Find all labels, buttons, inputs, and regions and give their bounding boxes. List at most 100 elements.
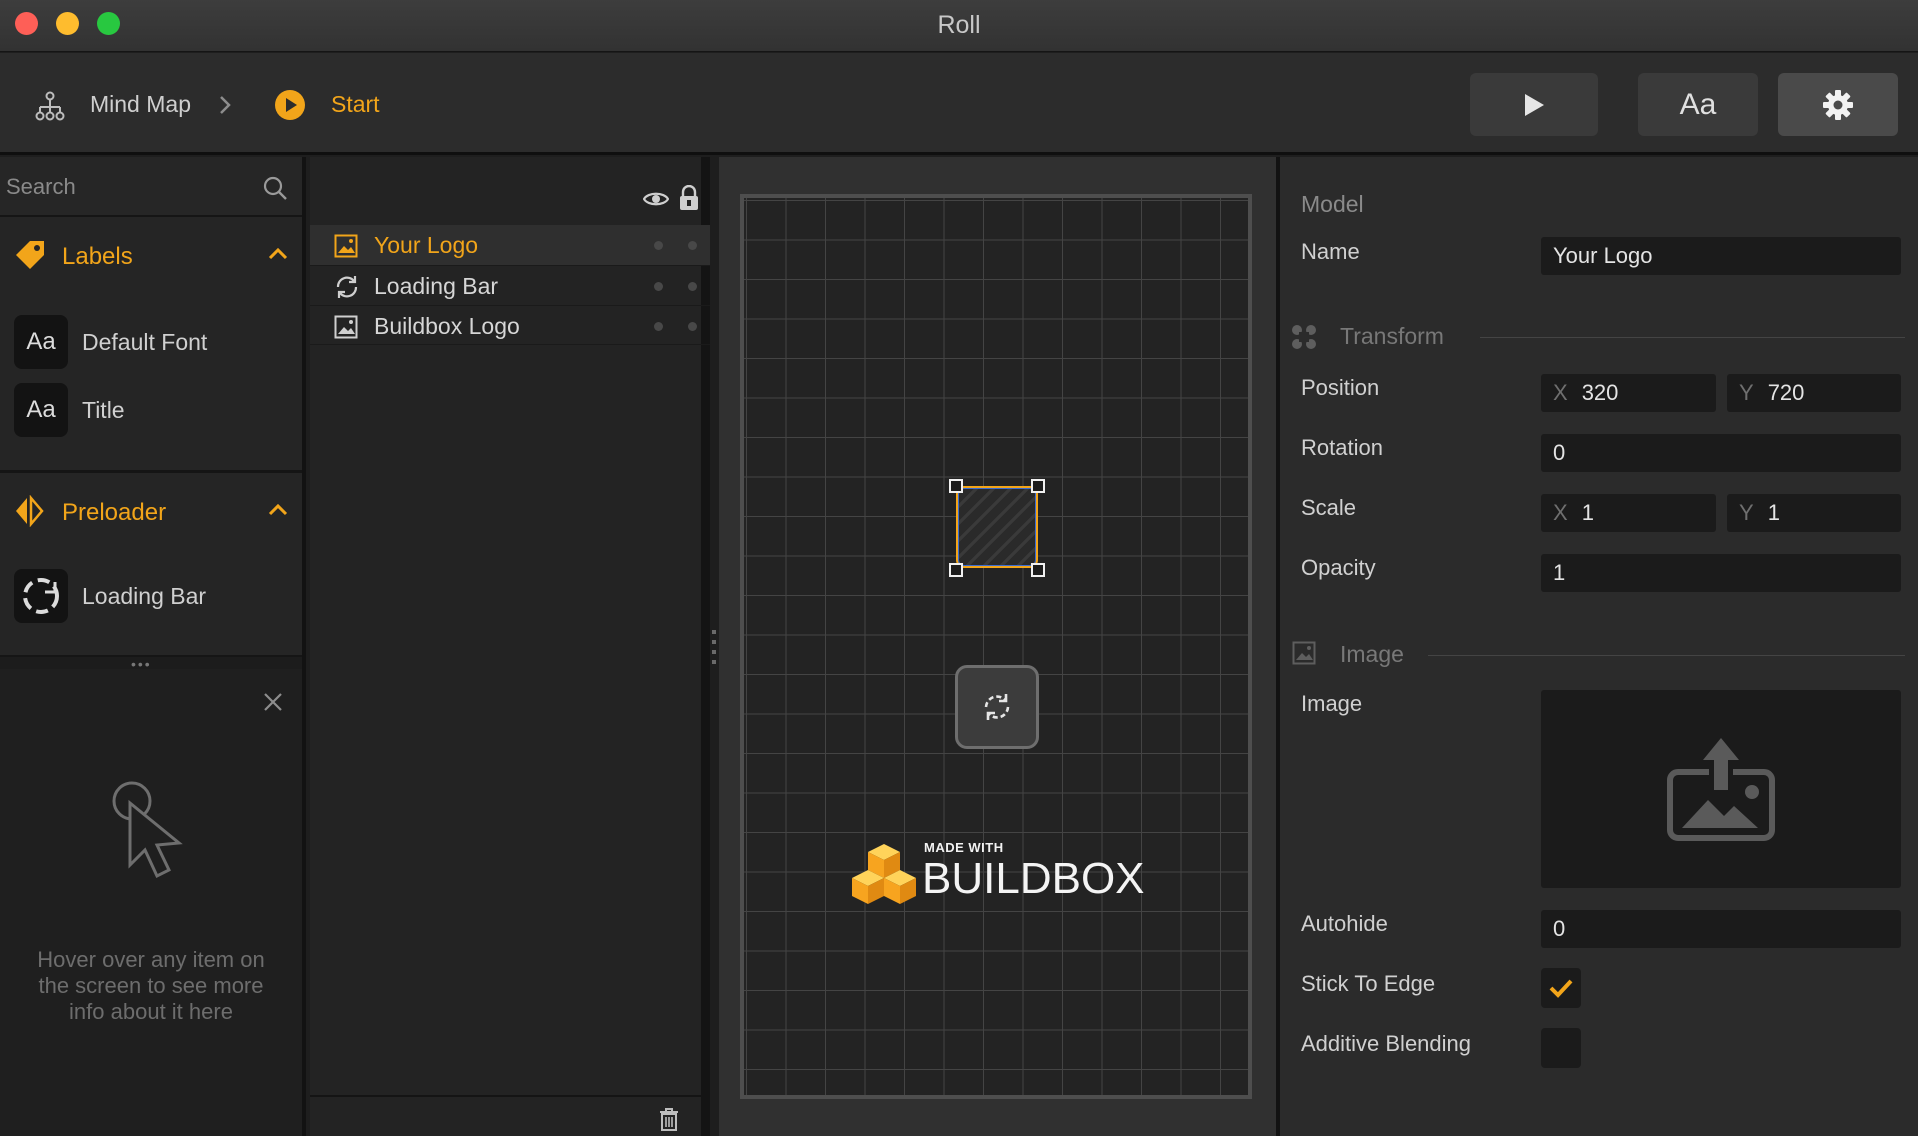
title-bar: Roll <box>0 0 1918 52</box>
layer-name: Buildbox Logo <box>374 313 520 339</box>
font-label-icon: Aa <box>14 383 68 437</box>
scale-x-field[interactable]: X1 <box>1541 494 1716 532</box>
stick-to-edge-label: Stick To Edge <box>1301 971 1436 996</box>
trash-icon[interactable] <box>658 1107 680 1136</box>
font-label-icon: Aa <box>14 315 68 369</box>
chevron-right-icon <box>218 94 232 121</box>
search-input[interactable] <box>6 171 246 203</box>
chevron-up-icon[interactable] <box>268 503 288 522</box>
layer-row-your-logo[interactable]: Your Logo <box>310 225 710 265</box>
window-title: Roll <box>937 11 981 39</box>
opacity-label: Opacity <box>1301 555 1376 580</box>
lock-toggle[interactable] <box>688 241 697 250</box>
rotation-label: Rotation <box>1301 435 1383 460</box>
info-panel: Hover over any item on the screen to see… <box>0 669 302 1136</box>
font-button[interactable]: Aa <box>1638 73 1758 136</box>
additive-blending-label: Additive Blending <box>1301 1031 1472 1056</box>
section-preloader-title: Preloader <box>62 499 167 526</box>
visibility-toggle[interactable] <box>654 322 663 331</box>
buildbox-wordmark: BUILDBOX <box>922 854 1145 903</box>
section-divider <box>1428 655 1905 656</box>
cursor-pointer-icon <box>106 779 196 894</box>
list-item-title[interactable]: Aa Title <box>14 383 125 437</box>
play-circle-icon <box>274 89 306 126</box>
refresh-icon <box>984 694 1010 720</box>
opacity-field[interactable]: 1 <box>1541 554 1901 592</box>
list-item-loading-bar[interactable]: Loading Bar <box>14 569 206 623</box>
asset-library-panel: Labels Aa Default Font Aa Title Preloade… <box>0 157 306 1136</box>
lock-toggle[interactable] <box>688 282 697 291</box>
section-labels-title: Labels <box>62 243 133 270</box>
list-item-label: Default Font <box>82 329 208 355</box>
list-item-label: Title <box>82 397 125 423</box>
close-icon[interactable] <box>262 691 284 718</box>
resize-handle[interactable]: ••• <box>0 655 302 671</box>
properties-panel: Model Name Your Logo Transform Position … <box>1276 157 1918 1136</box>
layer-name: Your Logo <box>374 232 479 258</box>
transform-heading: Transform <box>1340 323 1444 349</box>
image-label: Image <box>1301 691 1363 716</box>
search-bar <box>0 157 302 217</box>
layer-row-buildbox-logo[interactable]: Buildbox Logo <box>310 305 710 345</box>
lock-toggle[interactable] <box>688 322 697 331</box>
your-logo-element[interactable] <box>956 486 1038 568</box>
image-heading: Image <box>1340 641 1404 667</box>
toolbar: Mind Map Start Aa <box>0 53 1918 155</box>
device-frame[interactable] <box>740 194 1252 1099</box>
model-heading: Model <box>1301 191 1364 217</box>
image-layer-icon <box>334 234 358 263</box>
scale-y-field[interactable]: Y1 <box>1727 494 1901 532</box>
chevron-up-icon[interactable] <box>268 247 288 266</box>
breadcrumb-start[interactable]: Start <box>331 91 380 118</box>
resize-handle-top-left[interactable] <box>949 479 963 493</box>
tag-icon <box>14 239 46 276</box>
image-drop-zone[interactable] <box>1541 690 1901 888</box>
additive-blending-checkbox[interactable] <box>1541 1028 1581 1068</box>
refresh-icon <box>334 274 360 305</box>
list-item-label: Loading Bar <box>82 583 207 609</box>
stick-to-edge-checkbox[interactable] <box>1541 968 1581 1008</box>
play-icon <box>1525 93 1544 116</box>
eye-icon[interactable] <box>642 189 670 214</box>
settings-button[interactable] <box>1778 73 1898 136</box>
layer-name: Loading Bar <box>374 273 499 299</box>
search-icon[interactable] <box>262 175 288 206</box>
loading-bar-icon <box>14 569 68 623</box>
section-divider <box>1480 337 1905 338</box>
mind-map-icon[interactable] <box>34 91 66 123</box>
layers-footer-divider <box>310 1095 710 1097</box>
preloader-icon <box>13 494 45 532</box>
image-section-icon <box>1292 641 1316 670</box>
name-field[interactable]: Your Logo <box>1541 237 1901 275</box>
breadcrumb-mind-map[interactable]: Mind Map <box>90 91 191 118</box>
resize-handle-bottom-right[interactable] <box>1031 563 1045 577</box>
image-layer-icon <box>334 315 358 344</box>
transform-icon <box>1290 323 1318 356</box>
buildbox-cube-icon <box>852 844 916 904</box>
visibility-toggle[interactable] <box>654 241 663 250</box>
scale-label: Scale <box>1301 495 1357 520</box>
rotation-field[interactable]: 0 <box>1541 434 1901 472</box>
section-labels-header[interactable]: Labels <box>0 217 302 297</box>
position-label: Position <box>1301 375 1380 400</box>
resize-handle-bottom-left[interactable] <box>949 563 963 577</box>
resize-handle-top-right[interactable] <box>1031 479 1045 493</box>
gear-icon <box>1823 89 1853 120</box>
layers-panel: Your Logo Loading Bar Buildbox Logo <box>310 157 710 1136</box>
autohide-field[interactable]: 0 <box>1541 910 1901 948</box>
autohide-label: Autohide <box>1301 911 1388 936</box>
buildbox-logo-element[interactable]: MADE WITH BUILDBOX <box>852 838 1145 914</box>
visibility-toggle[interactable] <box>654 282 663 291</box>
position-x-field[interactable]: X 320 <box>1541 374 1716 412</box>
made-with-text: MADE WITH <box>924 840 1004 855</box>
list-item-default-font[interactable]: Aa Default Font <box>14 315 207 369</box>
lock-icon[interactable] <box>678 184 700 216</box>
position-y-field[interactable]: Y 720 <box>1727 374 1901 412</box>
play-button[interactable] <box>1470 73 1598 136</box>
loading-bar-element[interactable] <box>955 665 1039 749</box>
splitter-handle[interactable] <box>712 630 716 670</box>
section-preloader-header[interactable]: Preloader <box>0 473 302 553</box>
checkmark-icon <box>1549 979 1573 998</box>
layer-row-loading-bar[interactable]: Loading Bar <box>310 265 710 305</box>
name-label: Name <box>1301 239 1360 264</box>
